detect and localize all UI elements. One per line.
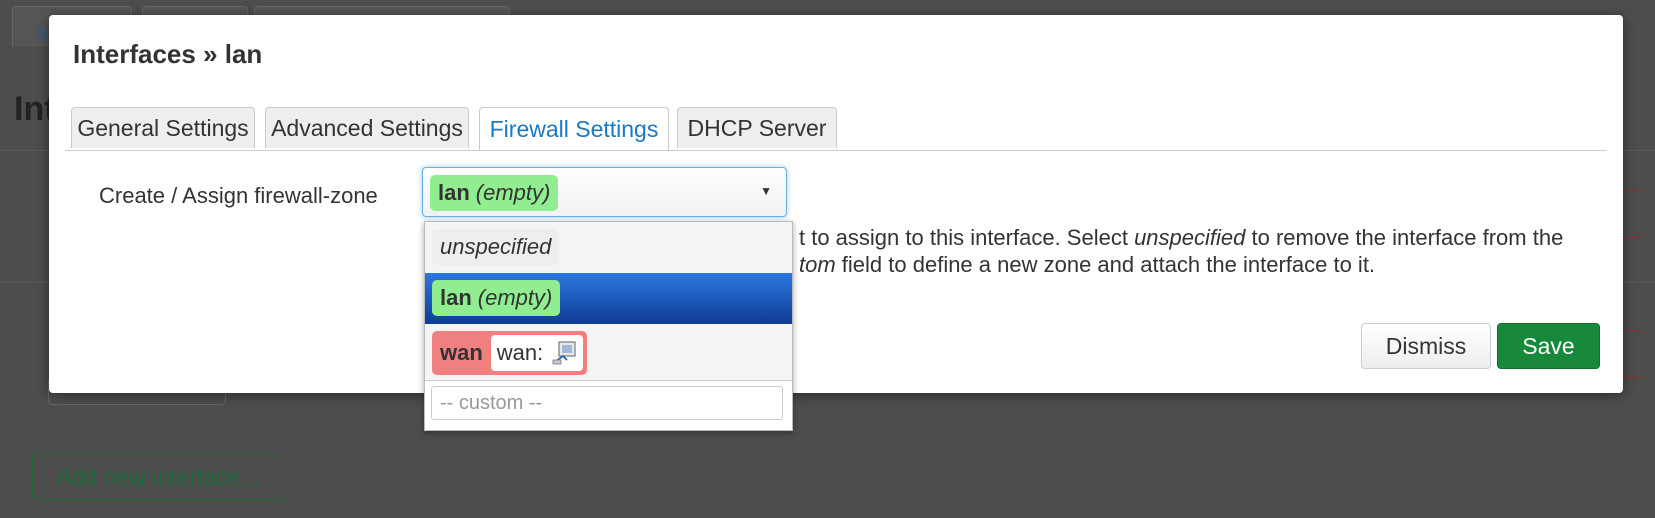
dropdown-option-lan[interactable]: lan (empty) <box>425 273 792 324</box>
dismiss-button[interactable]: Dismiss <box>1361 323 1491 369</box>
zone-dropdown-list: unspecified lan (empty) wan wan: <box>424 221 793 431</box>
tab-bar: General Settings Advanced Settings Firew… <box>65 93 1607 151</box>
unspecified-option-label: unspecified <box>432 229 560 265</box>
tab-advanced-settings[interactable]: Advanced Settings <box>265 107 469 148</box>
lan-zone-name: lan <box>440 285 472 310</box>
dropdown-option-unspecified[interactable]: unspecified <box>425 222 792 273</box>
selected-zone-note: (empty) <box>475 180 551 205</box>
help-text-part: field to define a new zone and attach th… <box>835 252 1376 277</box>
wan-network-label: wan: <box>496 340 544 365</box>
firewall-zone-label: Create / Assign firewall-zone <box>99 183 378 208</box>
modal-title: Interfaces » lan <box>73 39 263 69</box>
dropdown-option-wan[interactable]: wan wan: <box>425 324 792 381</box>
selected-zone-name: lan <box>438 180 470 205</box>
help-text-part: to remove the interface from the <box>1245 225 1564 250</box>
help-text-em: tom <box>799 252 836 277</box>
tab-firewall-settings[interactable]: Firewall Settings <box>479 107 669 150</box>
tab-general-settings[interactable]: General Settings <box>71 107 255 148</box>
caret-down-icon: ▼ <box>760 184 772 198</box>
wan-zone-badge: wan wan: <box>432 331 588 375</box>
lan-zone-badge: lan (empty) <box>432 280 561 316</box>
help-text-em: unspecified <box>1134 225 1246 250</box>
firewall-zone-select[interactable]: lan (empty) ▼ <box>422 167 787 217</box>
save-button[interactable]: Save <box>1497 323 1600 369</box>
lan-zone-note: (empty) <box>477 285 553 310</box>
ethernet-port-icon <box>551 340 577 366</box>
add-new-interface-button[interactable]: Add new interface... <box>32 454 284 500</box>
help-text-part: t to assign to this interface. Select <box>799 225 1135 250</box>
wan-zone-name: wan <box>440 340 483 365</box>
custom-zone-input[interactable] <box>431 386 783 420</box>
interface-modal: Interfaces » lan General Settings Advanc… <box>49 15 1623 393</box>
selected-zone-badge: lan (empty) <box>430 175 559 211</box>
firewall-zone-help: t to assign to this interface. Select un… <box>799 224 1619 278</box>
tab-dhcp-server[interactable]: DHCP Server <box>677 107 837 148</box>
wan-network-chip: wan: <box>490 335 584 371</box>
